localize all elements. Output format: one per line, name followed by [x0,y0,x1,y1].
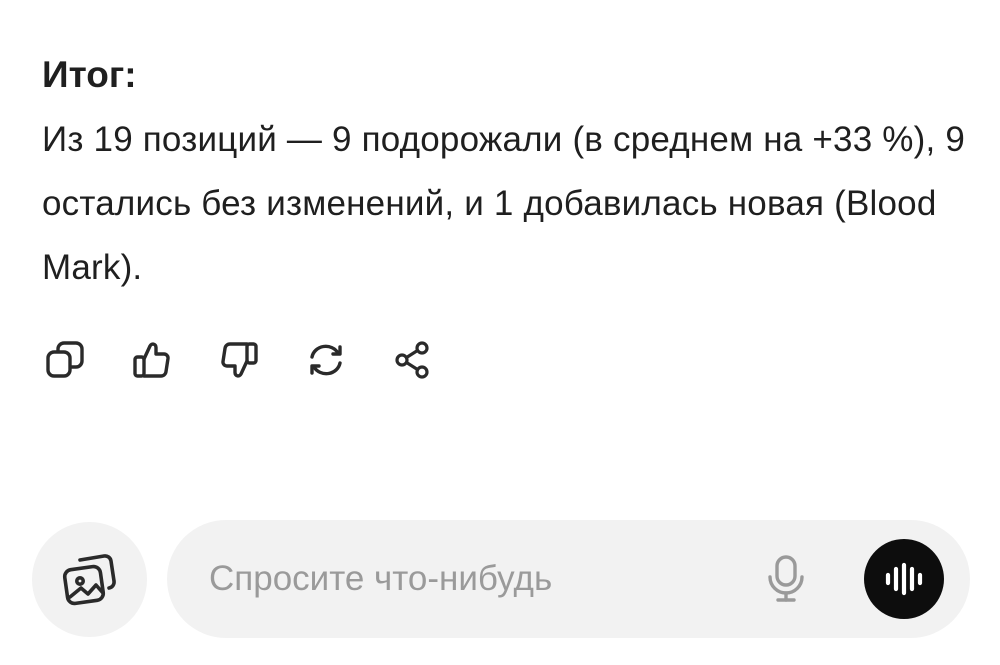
thumbs-up-icon [133,342,170,378]
image-gallery-icon [62,553,116,605]
like-button[interactable] [127,335,177,385]
dictation-button[interactable] [757,550,815,608]
attach-image-button[interactable] [32,522,147,637]
voice-waveform-icon [885,562,923,596]
regenerate-icon [310,344,342,376]
copy-icon [46,341,84,378]
chat-screen: Итог: Из 19 позиций — 9 подорожали (в ср… [0,0,1000,665]
message-body: Из 19 позиций — 9 подорожали (в среднем … [42,120,965,287]
share-button[interactable] [388,335,438,385]
microphone-icon [768,555,804,602]
thumbs-down-icon [221,342,258,378]
regenerate-button[interactable] [301,335,351,385]
message-heading: Итог: [42,54,137,95]
share-icon [395,341,429,379]
message-input[interactable] [207,548,731,610]
message-actions [40,335,475,385]
dislike-button[interactable] [214,335,264,385]
copy-button[interactable] [40,335,90,385]
assistant-message: Итог: Из 19 позиций — 9 подорожали (в ср… [42,50,972,300]
voice-mode-button[interactable] [864,539,944,619]
message-input-container [167,520,970,638]
composer-bar [0,512,1000,642]
